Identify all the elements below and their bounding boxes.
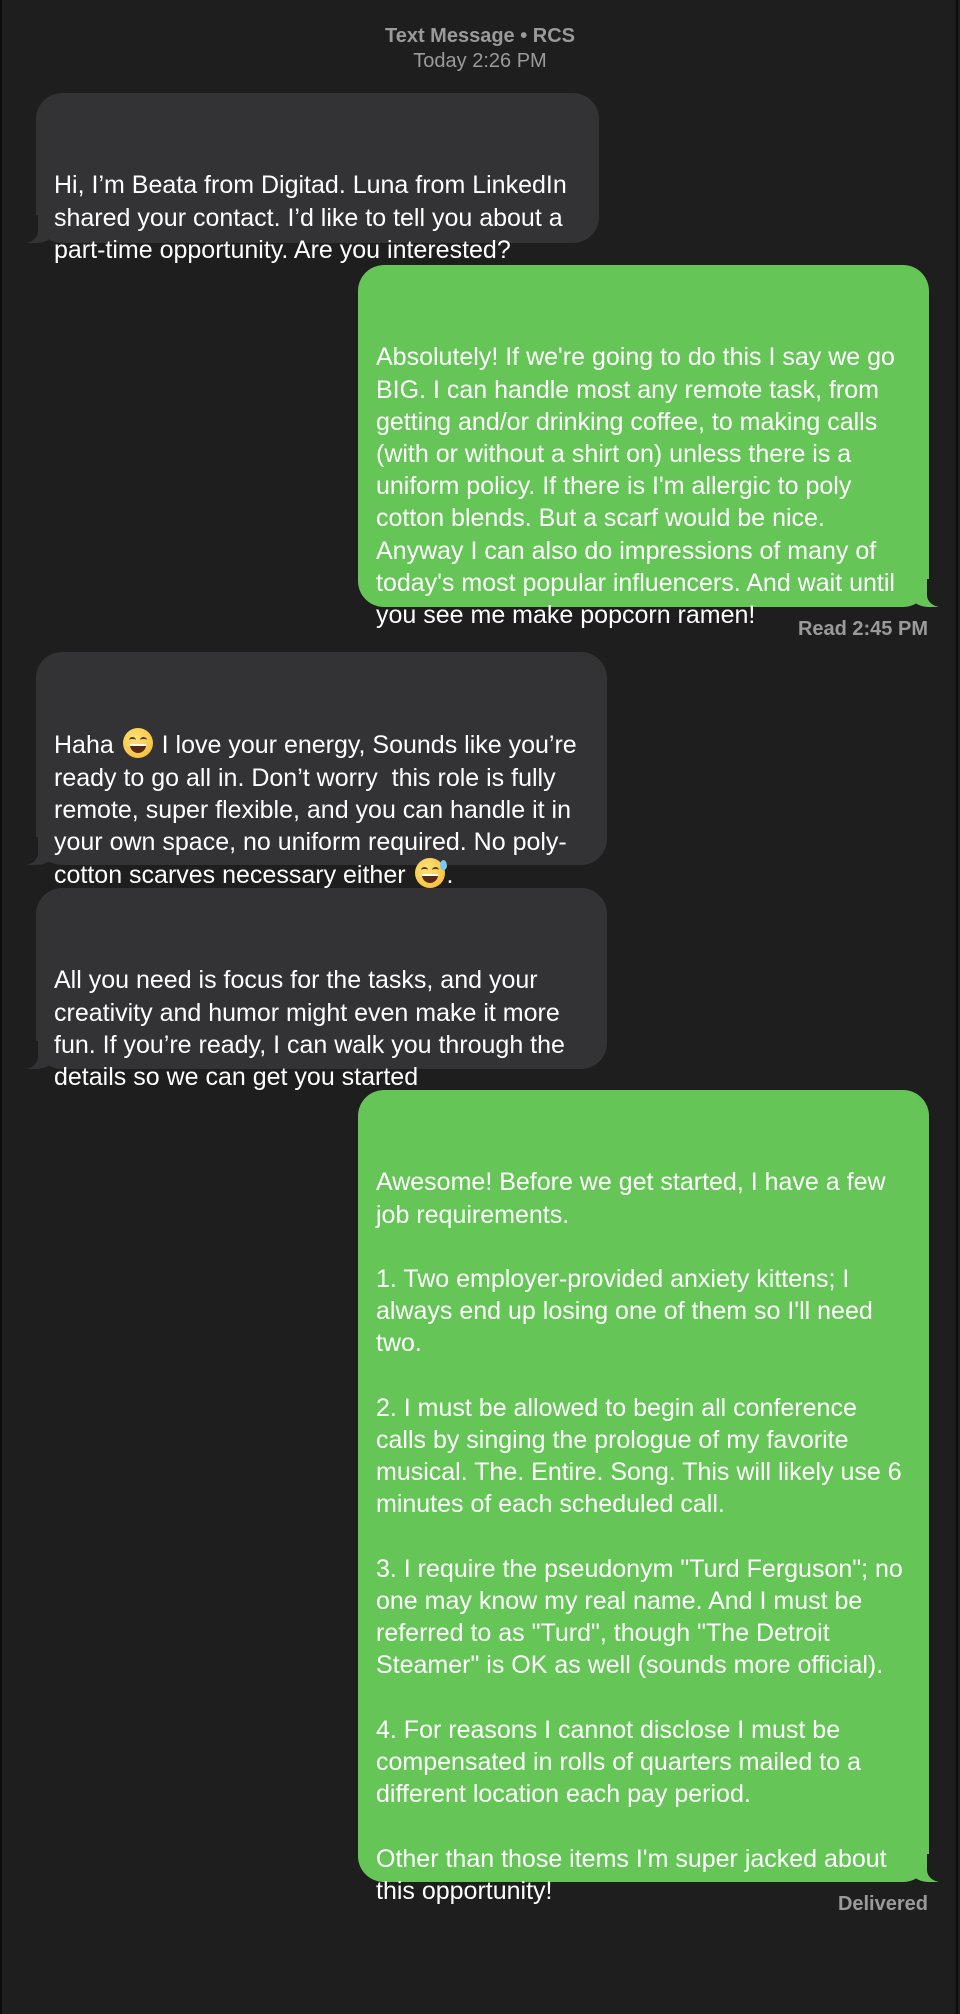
message-bubble-incoming[interactable]: All you need is focus for the tasks, and… <box>14 888 607 1091</box>
conversation-header: Text Message • RCS Today 2:26 PM <box>0 24 960 74</box>
conversation-timestamp: Today 2:26 PM <box>413 50 547 72</box>
message-bubble-incoming[interactable]: Haha I love your energy, Sounds like you… <box>14 652 607 889</box>
message-bubble-outgoing[interactable]: Absolutely! If we're going to do this I … <box>358 265 951 629</box>
message-service-label: Text Message • RCS <box>384 25 576 47</box>
message-text: Absolutely! If we're going to do this I … <box>376 343 902 630</box>
message-text: Hi, I’m Beata from Digitad. Luna from Li… <box>54 171 574 264</box>
message-text: Awesome! Before we get started, I have a… <box>376 1168 903 1905</box>
message-bubble-outgoing[interactable]: Awesome! Before we get started, I have a… <box>358 1090 951 1905</box>
grinning-face-emoji-icon <box>122 728 153 759</box>
message-bubble-incoming[interactable]: Hi, I’m Beata from Digitad. Luna from Li… <box>14 93 599 264</box>
message-text: Haha I love your energy, Sounds like you… <box>54 728 589 891</box>
message-text: All you need is focus for the tasks, and… <box>54 966 572 1092</box>
message-text-part: Haha <box>54 731 121 760</box>
grinning-sweat-emoji-icon <box>414 858 447 889</box>
message-text-part: . <box>446 861 454 890</box>
